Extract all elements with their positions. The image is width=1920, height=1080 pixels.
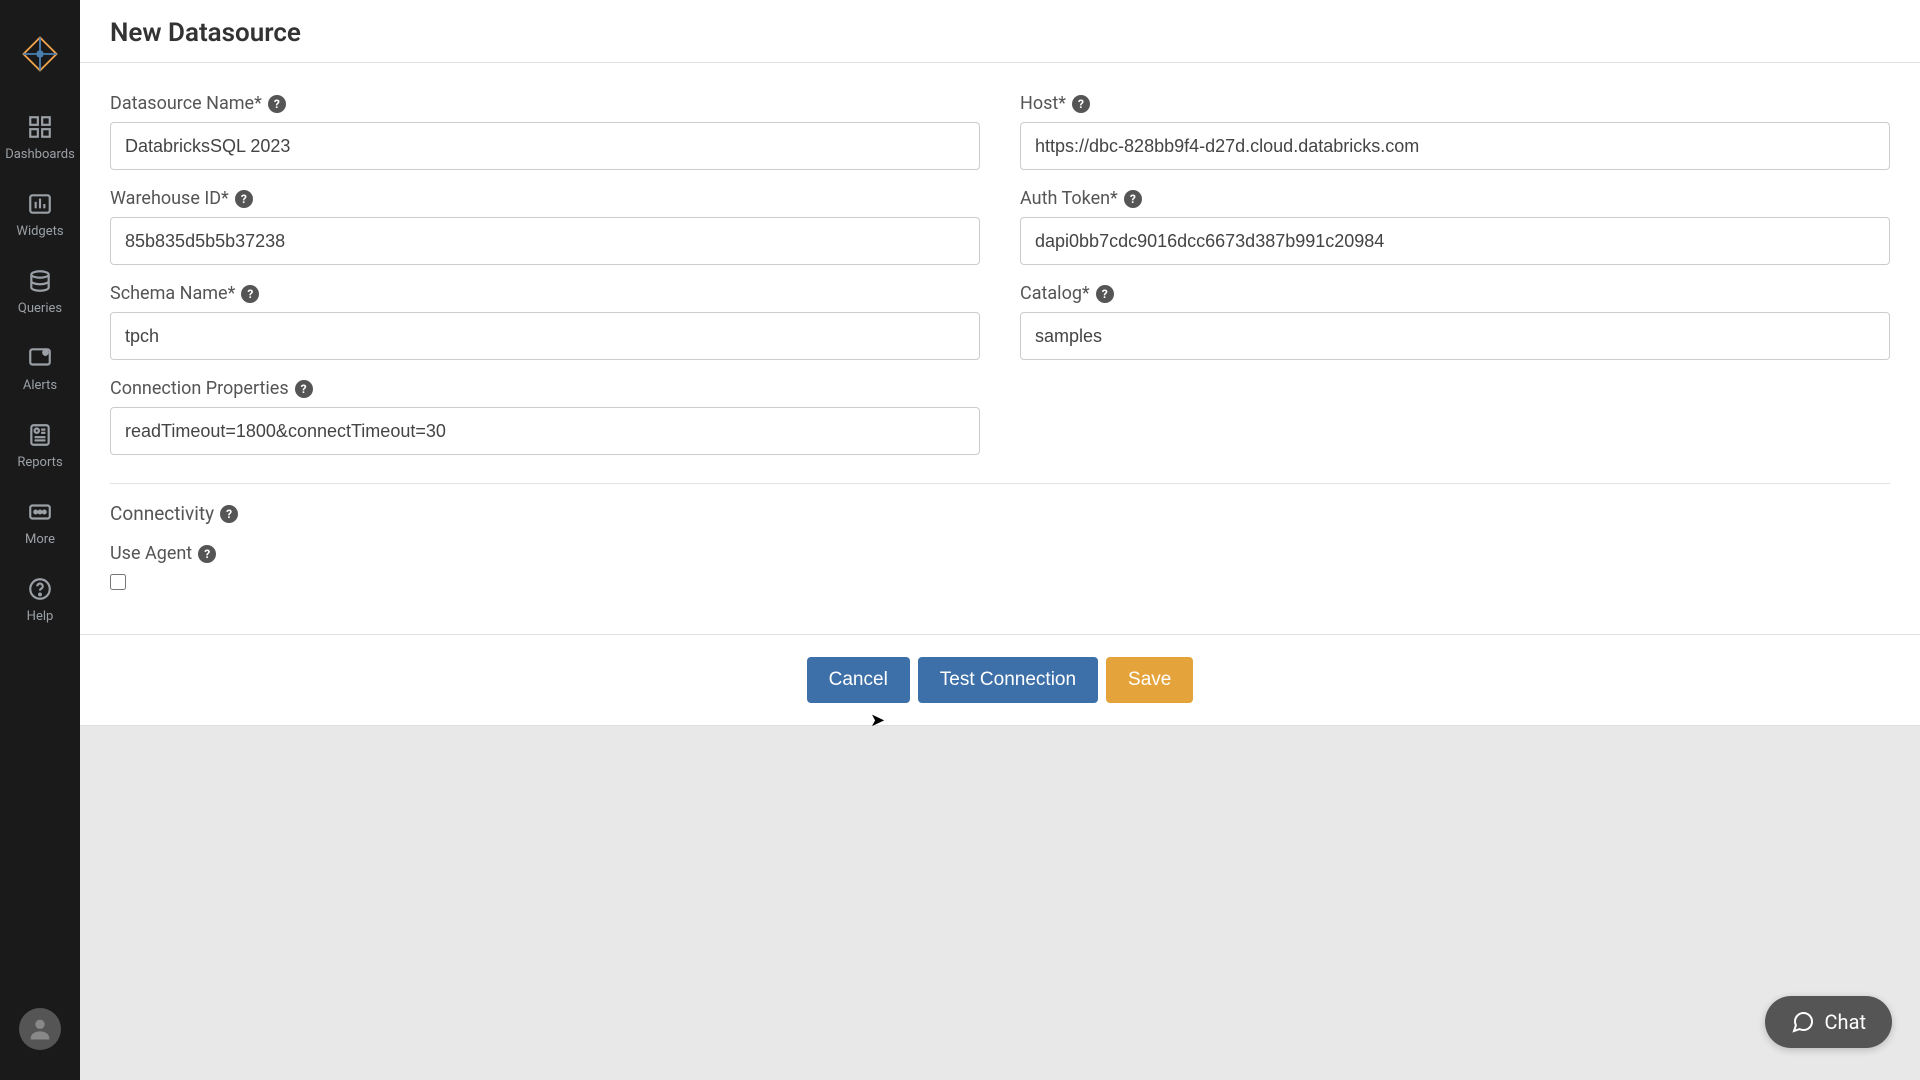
- schema-name-input[interactable]: [110, 312, 980, 360]
- schema-name-label: Schema Name* ?: [110, 283, 980, 304]
- help-icon[interactable]: ?: [1124, 190, 1142, 208]
- help-icon[interactable]: ?: [1072, 95, 1090, 113]
- queries-icon: [26, 267, 54, 295]
- help-icon[interactable]: ?: [1096, 285, 1114, 303]
- connectivity-heading: Connectivity ?: [110, 502, 1890, 525]
- main-content: New Datasource Datasource Name* ? Host*: [80, 0, 1920, 1080]
- sidebar-item-queries[interactable]: Queries: [18, 267, 62, 316]
- svg-text:!: !: [45, 351, 46, 357]
- sidebar-item-label: Alerts: [23, 378, 57, 393]
- host-input[interactable]: [1020, 122, 1890, 170]
- sidebar-item-help[interactable]: Help: [26, 575, 54, 624]
- sidebar-item-label: Help: [27, 609, 54, 624]
- sidebar-item-alerts[interactable]: ! Alerts: [23, 344, 57, 393]
- help-icon[interactable]: ?: [220, 505, 238, 523]
- sidebar-item-label: Widgets: [16, 224, 63, 239]
- sidebar-item-label: Queries: [18, 301, 62, 316]
- help-icon[interactable]: ?: [198, 545, 216, 563]
- catalog-label: Catalog* ?: [1020, 283, 1890, 304]
- warehouse-id-input[interactable]: [110, 217, 980, 265]
- more-icon: [26, 498, 54, 526]
- connection-properties-input[interactable]: [110, 407, 980, 455]
- sidebar-item-reports[interactable]: Reports: [17, 421, 62, 470]
- chat-widget[interactable]: Chat: [1765, 996, 1892, 1048]
- sidebar-item-more[interactable]: More: [25, 498, 55, 547]
- reports-icon: [26, 421, 54, 449]
- chat-label: Chat: [1825, 1010, 1866, 1034]
- test-connection-button[interactable]: Test Connection: [918, 657, 1098, 703]
- app-logo: [16, 30, 64, 78]
- save-button[interactable]: Save: [1106, 657, 1193, 703]
- help-icon[interactable]: ?: [295, 380, 313, 398]
- sidebar: Dashboards Widgets Queries ! Alerts Repo…: [0, 0, 80, 1080]
- datasource-name-label: Datasource Name* ?: [110, 93, 980, 114]
- cancel-button[interactable]: Cancel: [807, 657, 910, 703]
- sidebar-item-label: More: [25, 532, 55, 547]
- alerts-icon: !: [26, 344, 54, 372]
- page-header: New Datasource: [80, 0, 1920, 62]
- help-icon[interactable]: ?: [241, 285, 259, 303]
- auth-token-label: Auth Token* ?: [1020, 188, 1890, 209]
- dashboards-icon: [26, 113, 54, 141]
- widgets-icon: [26, 190, 54, 218]
- form-footer: Cancel Test Connection Save: [80, 634, 1920, 725]
- help-icon: [26, 575, 54, 603]
- sidebar-item-widgets[interactable]: Widgets: [16, 190, 63, 239]
- use-agent-checkbox[interactable]: [110, 574, 126, 590]
- chat-icon: [1791, 1010, 1815, 1034]
- sidebar-item-label: Reports: [17, 455, 62, 470]
- page-title: New Datasource: [110, 18, 1890, 48]
- datasource-name-input[interactable]: [110, 122, 980, 170]
- help-icon[interactable]: ?: [268, 95, 286, 113]
- host-label: Host* ?: [1020, 93, 1890, 114]
- help-icon[interactable]: ?: [235, 190, 253, 208]
- datasource-form: Datasource Name* ? Host* ?: [80, 62, 1920, 634]
- auth-token-input[interactable]: [1020, 217, 1890, 265]
- catalog-input[interactable]: [1020, 312, 1890, 360]
- connection-properties-label: Connection Properties ?: [110, 378, 980, 399]
- use-agent-label: Use Agent ?: [110, 543, 1890, 564]
- sidebar-item-label: Dashboards: [5, 147, 75, 162]
- warehouse-id-label: Warehouse ID* ?: [110, 188, 980, 209]
- user-avatar[interactable]: [19, 1008, 61, 1050]
- sidebar-item-dashboards[interactable]: Dashboards: [5, 113, 75, 162]
